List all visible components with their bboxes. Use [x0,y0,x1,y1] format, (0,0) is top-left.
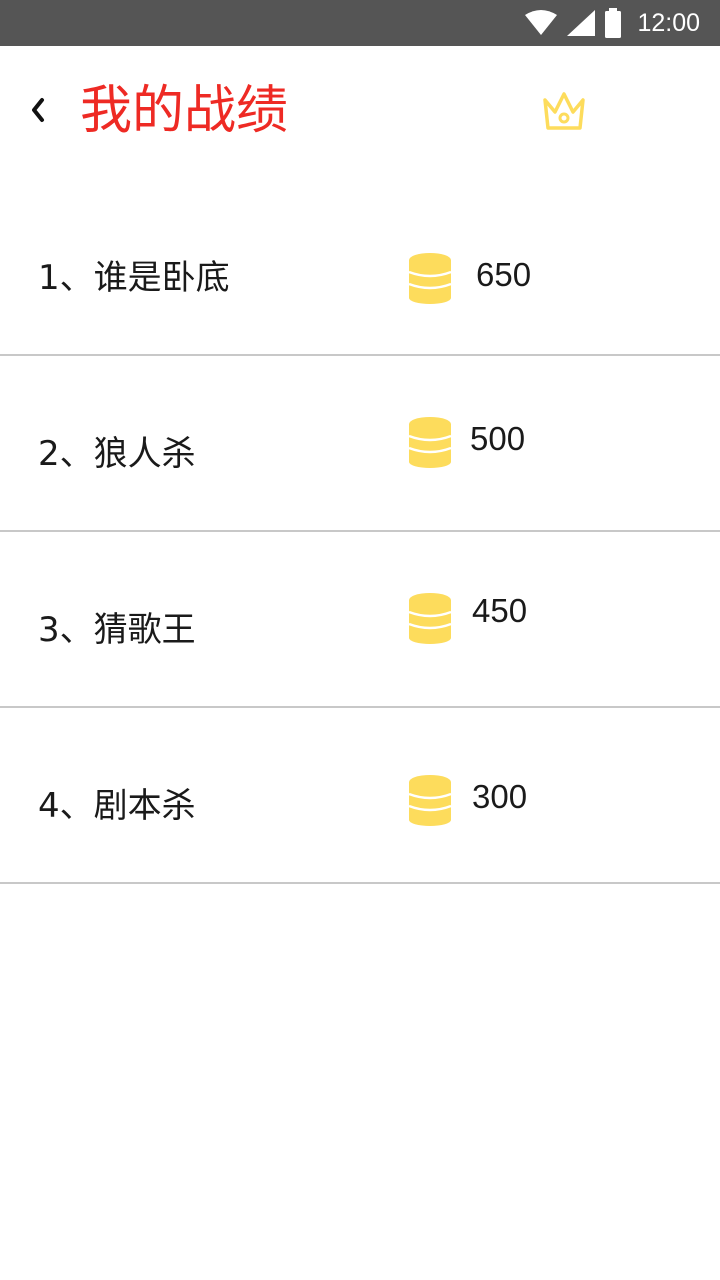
battery-icon [605,8,622,38]
record-row[interactable]: 3、猜歌王 450 [0,532,720,708]
record-label: 3、猜歌王 [38,610,196,650]
coin-stack-icon [408,593,452,644]
record-label: 2、狼人杀 [38,434,196,474]
record-score: 300 [472,778,528,815]
coin-stack-icon [408,775,452,826]
status-icons: 12:00 [525,0,700,46]
screen: 12:00 我的战绩 1、谁是卧底 650 2、狼人杀 500 3、猜歌王 45… [0,0,720,1280]
record-row[interactable]: 4、剧本杀 300 [0,708,720,884]
record-score: 500 [470,420,526,457]
coin-stack-icon [408,417,452,468]
record-label: 1、谁是卧底 [38,258,230,298]
coin-stack-icon [408,253,452,304]
page-title: 我的战绩 [80,81,289,141]
record-label: 4、剧本杀 [38,786,196,826]
chevron-left-icon [32,98,44,122]
wifi-icon [525,10,558,35]
status-bar: 12:00 [0,0,720,46]
record-row[interactable]: 1、谁是卧底 650 [0,180,720,356]
record-row[interactable]: 2、狼人杀 500 [0,356,720,532]
record-score: 450 [472,592,528,629]
back-button[interactable] [20,88,56,132]
header: 我的战绩 [0,46,720,180]
cellular-signal-icon [567,10,596,36]
record-score: 650 [476,256,532,293]
crown-icon [543,92,585,130]
crown-button[interactable] [540,90,588,134]
status-time: 12:00 [637,8,700,37]
record-list: 1、谁是卧底 650 2、狼人杀 500 3、猜歌王 450 4、剧本杀 300 [0,180,720,884]
